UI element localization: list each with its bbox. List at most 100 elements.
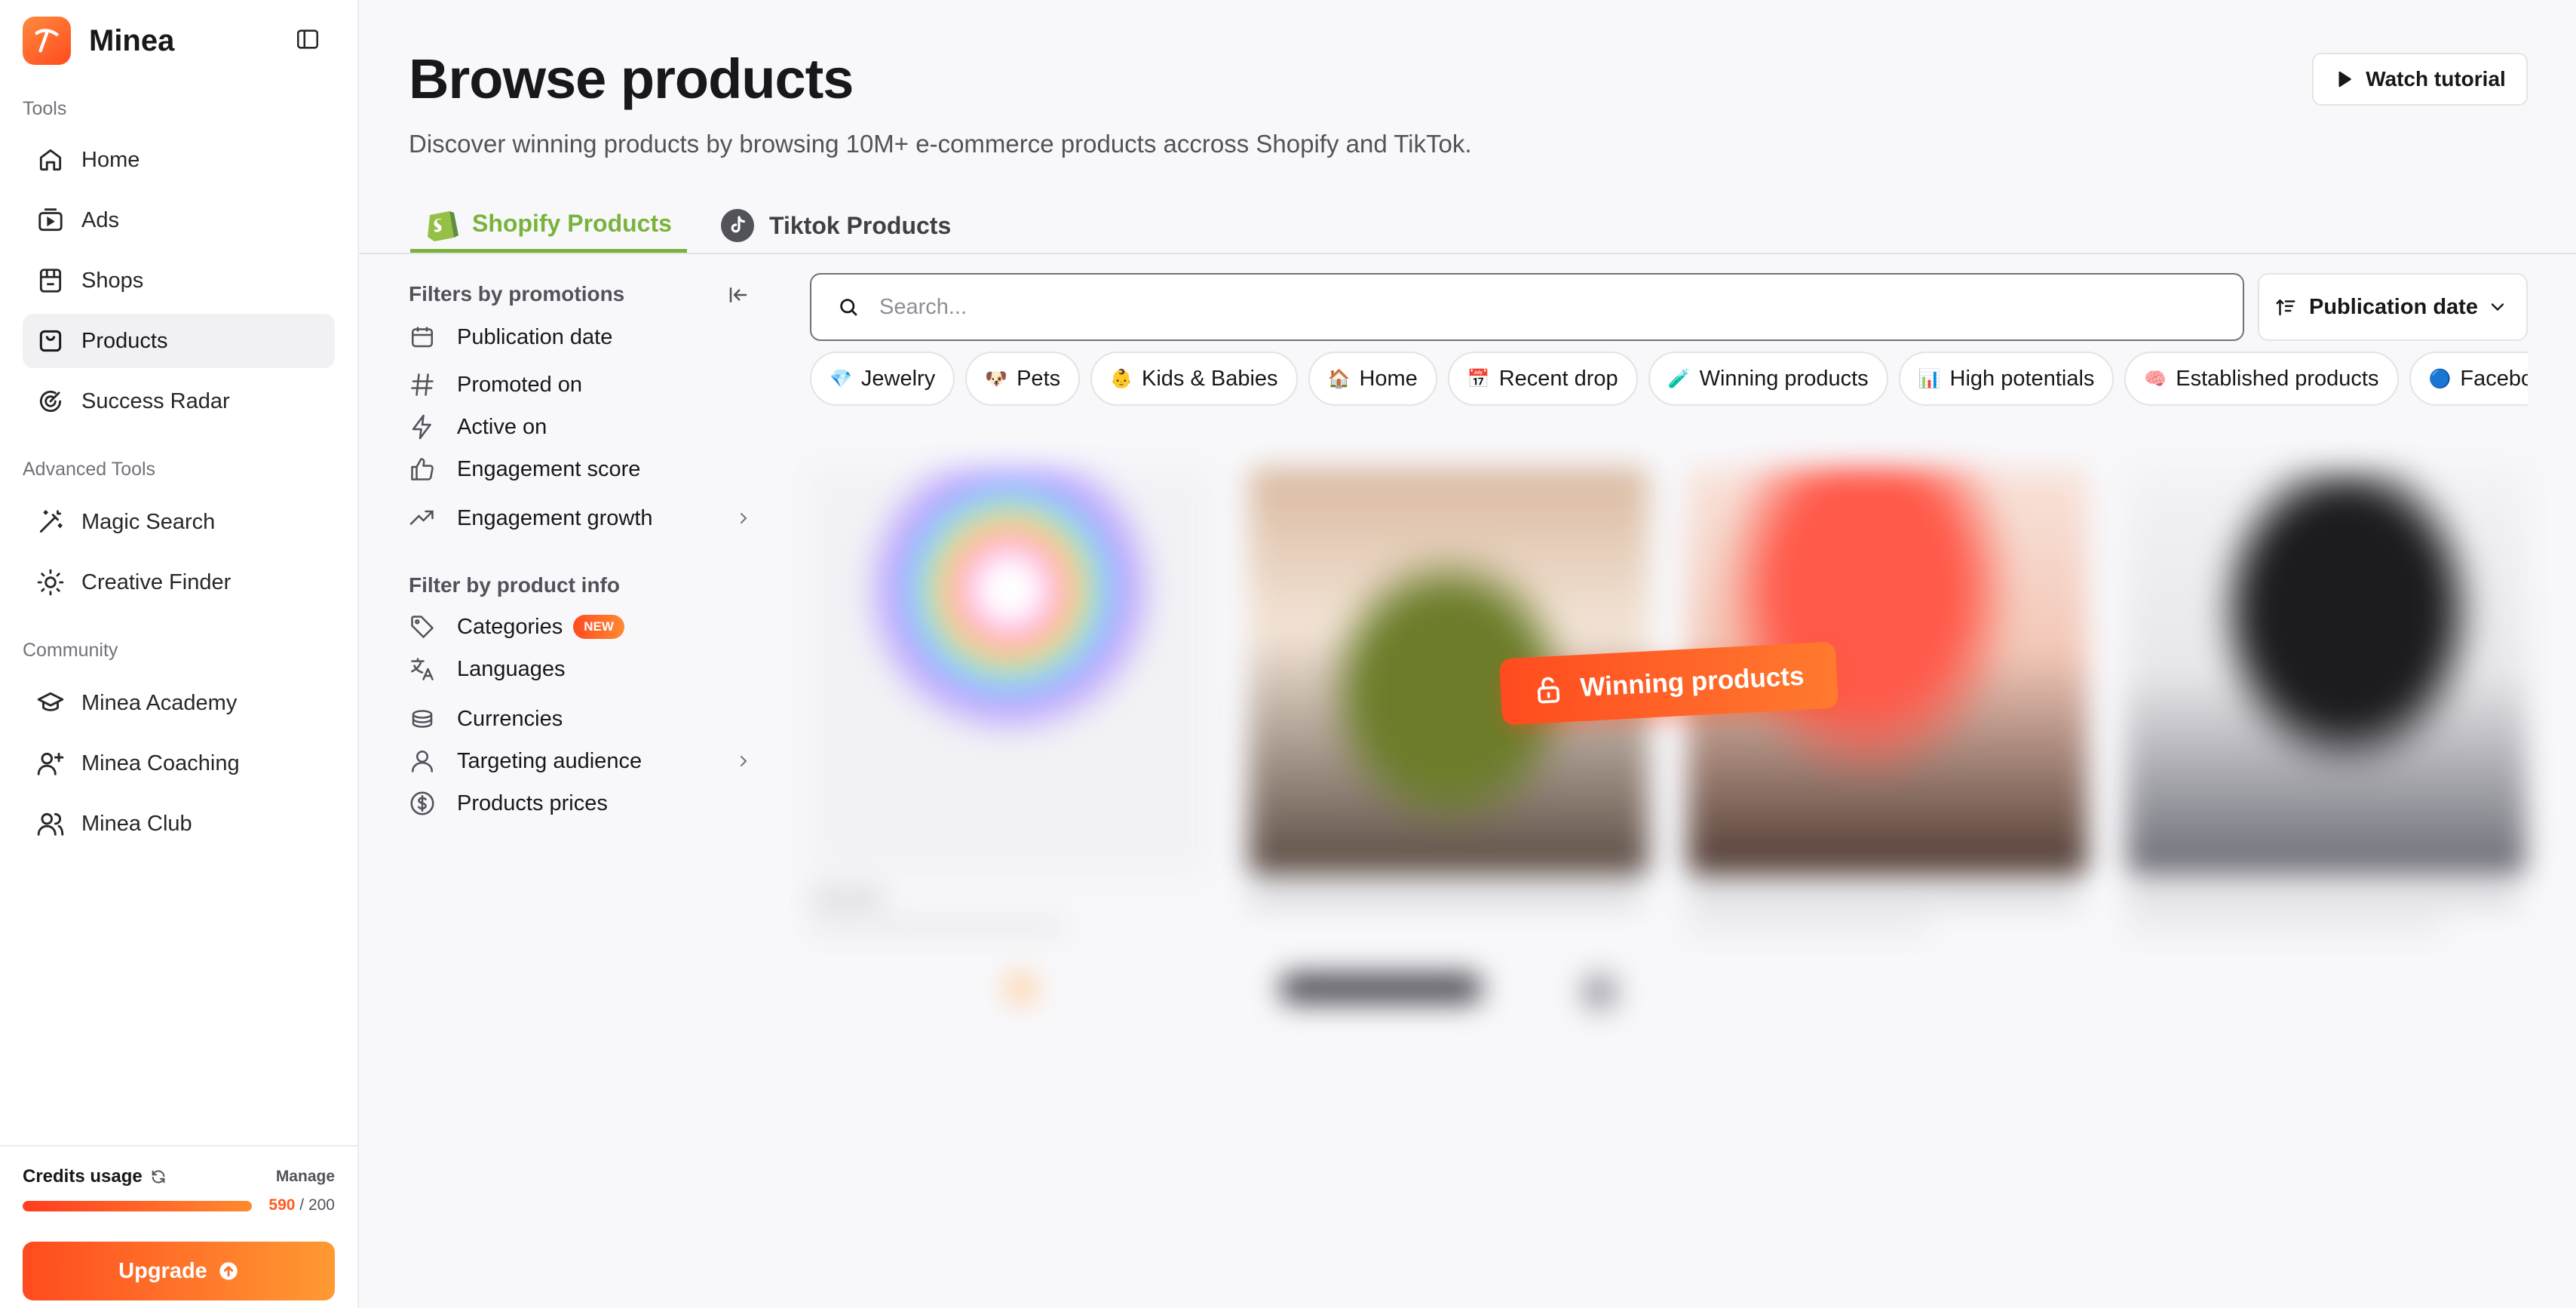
thumbs-up-icon xyxy=(411,458,434,481)
chip-label: Winning products xyxy=(1699,366,1869,391)
upgrade-button[interactable]: Upgrade xyxy=(23,1242,335,1300)
upgrade-label: Upgrade xyxy=(118,1258,207,1283)
filter-label: Promoted on xyxy=(457,372,583,397)
person-icon xyxy=(411,750,434,772)
chip-established-products[interactable]: 🧠 Established products xyxy=(2124,352,2399,406)
sidebar-item-minea-club[interactable]: Minea Club xyxy=(23,797,335,851)
ads-icon xyxy=(38,208,63,232)
sidebar-item-magic-search[interactable]: Magic Search xyxy=(23,495,335,549)
filter-label: Engagement score xyxy=(457,456,641,481)
brand[interactable]: Minea xyxy=(23,17,174,65)
product-card xyxy=(1688,460,2087,1018)
watch-tutorial-button[interactable]: Watch tutorial xyxy=(2312,53,2528,106)
credits-panel: Credits usage Manage 590 / 200 Upgrade xyxy=(0,1145,359,1308)
chip-jewelry[interactable]: 💎 Jewelry xyxy=(810,352,955,406)
chip-label: Pets xyxy=(1017,366,1061,391)
refresh-icon[interactable] xyxy=(150,1168,167,1185)
trend-up-icon xyxy=(409,510,434,525)
filter-categories[interactable]: Categories NEW xyxy=(409,606,753,647)
sidebar-item-home[interactable]: Home xyxy=(23,133,335,187)
page-subtitle: Discover winning products by browsing 10… xyxy=(409,130,1472,158)
sort-select[interactable]: Publication date xyxy=(2258,273,2528,341)
chip-kids-babies[interactable]: 👶 Kids & Babies xyxy=(1090,352,1298,406)
sidebar-item-label: Products xyxy=(81,328,168,353)
sidebar-item-ads[interactable]: Ads xyxy=(23,193,335,247)
manage-credits-link[interactable]: Manage xyxy=(276,1168,335,1186)
product-icon xyxy=(39,330,62,352)
chip-recent-drop[interactable]: 📅 Recent drop xyxy=(1447,352,1638,406)
credits-count: 590 / 200 xyxy=(268,1196,335,1214)
chip-facebook[interactable]: 🔵 Facebook xyxy=(2409,352,2528,406)
chip-label: Established products xyxy=(2176,366,2379,391)
new-badge: NEW xyxy=(573,615,624,639)
tabs-divider xyxy=(359,253,2576,254)
chip-label: Jewelry xyxy=(860,366,936,391)
unlock-icon xyxy=(1538,677,1560,704)
quick-filter-chips: 💎 Jewelry 🐶 Pets 👶 Kids & Babies 🏠 Home 📅 Recent … xyxy=(810,352,2528,406)
credits-title: Credits usage xyxy=(23,1166,167,1187)
sidebar-toggle-icon[interactable] xyxy=(293,24,323,54)
sidebar-item-products[interactable]: Products xyxy=(23,314,335,368)
sidebar-item-label: Minea Club xyxy=(81,811,192,836)
sidebar-item-label: Magic Search xyxy=(81,509,216,534)
sidebar-item-label: Ads xyxy=(81,207,119,232)
section-label-tools: Tools xyxy=(23,98,67,119)
user-plus-icon xyxy=(37,752,64,775)
translate-icon xyxy=(411,658,434,680)
sidebar-item-success-radar[interactable]: Success Radar xyxy=(23,374,335,428)
filter-languages[interactable]: Languages xyxy=(409,649,753,689)
tab-label: Shopify Products xyxy=(472,209,672,237)
filter-engagement-score[interactable]: Engagement score xyxy=(409,449,753,490)
play-icon xyxy=(2338,71,2352,88)
watch-tutorial-label: Watch tutorial xyxy=(2366,67,2506,91)
sidebar-item-minea-coaching[interactable]: Minea Coaching xyxy=(23,736,335,791)
sidebar-item-creative-finder[interactable]: Creative Finder xyxy=(23,555,335,609)
chip-emoji: 🐶 xyxy=(985,368,1008,389)
store-icon xyxy=(39,269,62,293)
search-input[interactable] xyxy=(879,294,2161,320)
filter-label: Languages xyxy=(457,656,566,681)
sort-label: Publication date xyxy=(2309,294,2478,319)
section-label-community: Community xyxy=(23,640,118,661)
tab-tiktok-products[interactable]: Tiktok Products xyxy=(704,198,966,253)
tab-shopify-products[interactable]: Shopify Products xyxy=(410,198,687,253)
sidebar: Minea Tools Home Ads Shops Products Succ… xyxy=(0,0,359,1308)
credits-total: 200 xyxy=(308,1196,335,1214)
filter-active-on[interactable]: Active on xyxy=(409,407,753,447)
chip-emoji: 🏠 xyxy=(1327,368,1351,389)
arrow-up-circle-icon xyxy=(219,1262,238,1280)
product-card xyxy=(1249,460,1648,1018)
credits-title-label: Credits usage xyxy=(23,1166,143,1187)
section-label-advanced: Advanced Tools xyxy=(23,459,156,480)
chip-emoji: 🔵 xyxy=(2428,368,2452,389)
sort-icon xyxy=(2276,299,2295,316)
chip-high-potentials[interactable]: 📊 High potentials xyxy=(1898,352,2114,406)
sidebar-item-minea-academy[interactable]: Minea Academy xyxy=(23,676,335,730)
page-title: Browse products xyxy=(409,48,854,110)
filter-products-prices[interactable]: Products prices xyxy=(409,783,753,824)
chevron-down-icon xyxy=(2491,303,2504,312)
filter-currencies[interactable]: Currencies xyxy=(409,699,753,739)
tiktok-icon xyxy=(721,209,754,242)
collapse-filters-icon[interactable] xyxy=(727,284,750,310)
hash-icon xyxy=(411,373,434,396)
filter-engagement-growth[interactable]: Engagement growth xyxy=(409,498,753,539)
filter-publication-date[interactable]: Publication date xyxy=(409,317,753,358)
winning-products-label: Winning products xyxy=(1579,661,1805,703)
chip-winning-products[interactable]: 🧪 Winning products xyxy=(1648,352,1888,406)
tab-label: Tiktok Products xyxy=(769,211,952,239)
sun-icon xyxy=(37,569,64,596)
sidebar-item-shops[interactable]: Shops xyxy=(23,253,335,308)
filter-label: Publication date xyxy=(457,324,613,349)
filter-promoted-on[interactable]: Promoted on xyxy=(409,364,753,405)
chip-pets[interactable]: 🐶 Pets xyxy=(965,352,1081,406)
minea-logo-icon xyxy=(23,17,71,65)
sidebar-item-label: Creative Finder xyxy=(81,570,232,594)
filter-targeting-audience[interactable]: Targeting audience xyxy=(409,741,753,781)
credits-progress-fill xyxy=(23,1201,252,1211)
brand-name: Minea xyxy=(89,23,175,57)
magic-wand-icon xyxy=(39,510,63,533)
chip-emoji: 🧪 xyxy=(1667,368,1691,389)
chip-home[interactable]: 🏠 Home xyxy=(1308,352,1437,406)
chip-emoji: 📅 xyxy=(1467,368,1490,389)
